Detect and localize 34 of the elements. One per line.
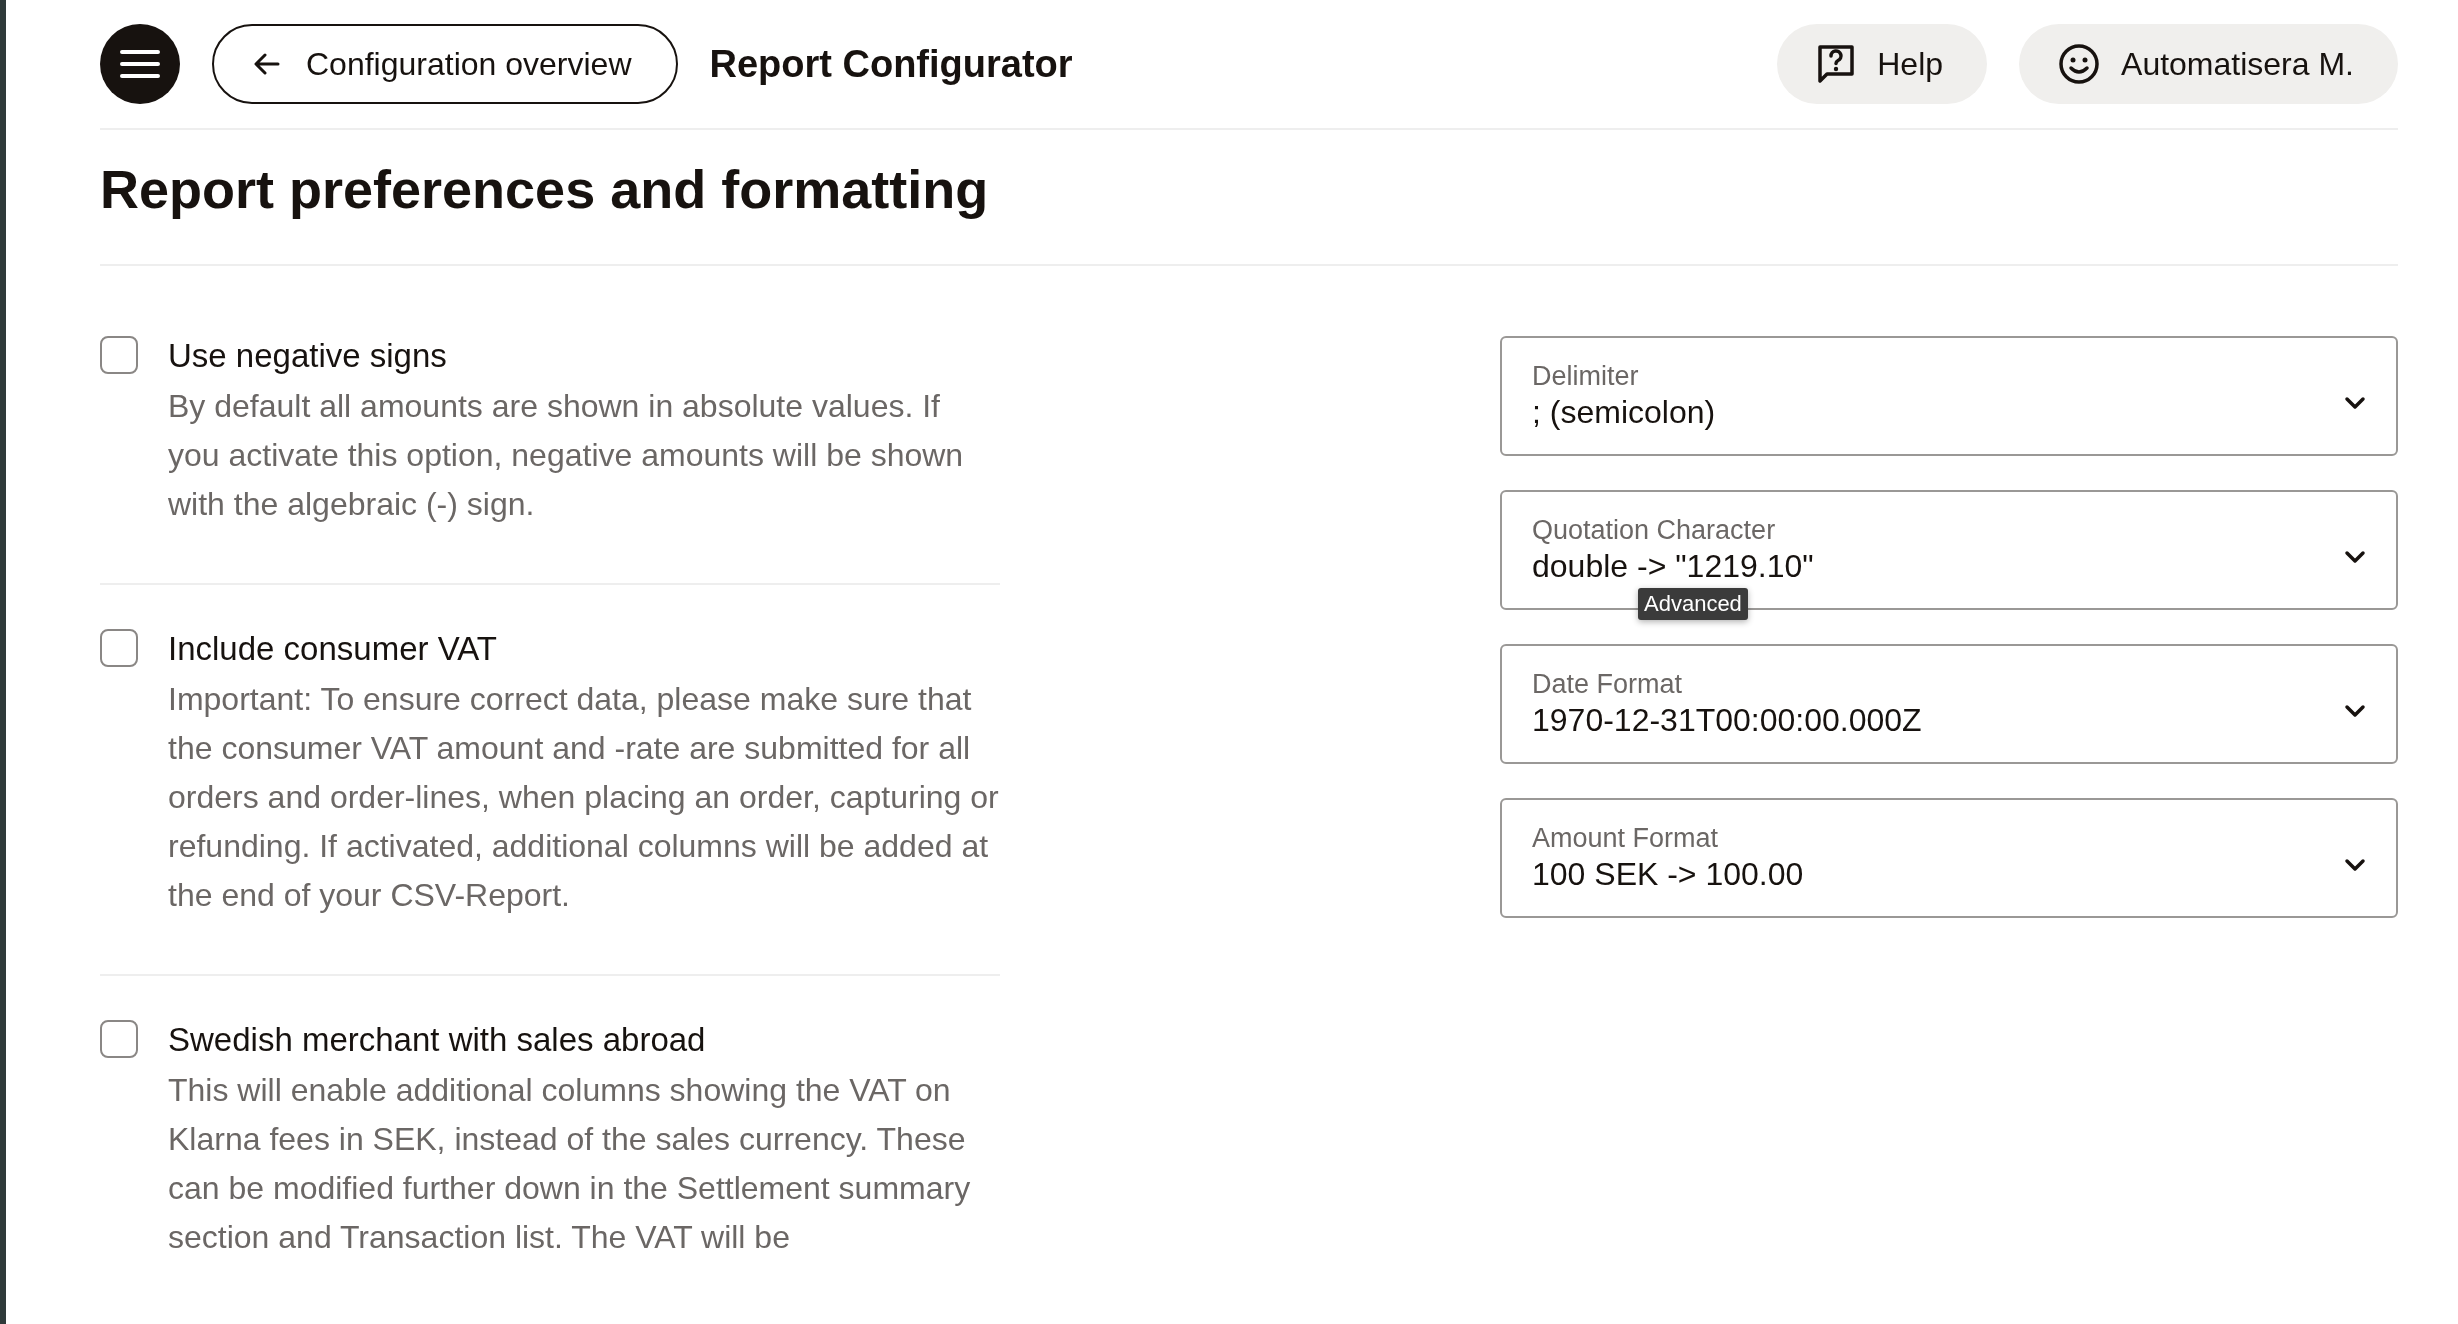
select-value: ; (semicolon) [1532,393,1716,432]
chevron-down-icon [2344,550,2366,564]
app-title: Report Configurator [709,42,1074,86]
help-icon [1817,44,1856,84]
option-description: This will enable additional columns showing the VAT on Klarna fees in SEK, instead of the sales currency. These can be modified further down in the Settlement summary section and Transaction list. The VAT will be [168,1071,972,1257]
select-field[interactable]: Delimiter ; (semicolon) [1500,336,2398,456]
smiley-icon [2059,44,2100,84]
back-button[interactable]: Configuration overview [212,24,678,104]
select-field[interactable]: Date Format 1970-12-31T00:00:00.000Z [1500,644,2398,764]
chevron-down-icon [2344,704,2366,718]
menu-icon [120,49,160,79]
select-field[interactable]: Amount Format 100 SEK -> 100.00 [1500,798,2398,918]
option-label: Swedish merchant with sales abroad [168,1020,707,1060]
checkbox[interactable] [100,629,138,667]
select-label: Delimiter [1532,360,1640,392]
user-button[interactable]: Automatisera M. [2019,24,2398,104]
arrow-left-icon [254,53,280,75]
select-value: 1970-12-31T00:00:00.000Z [1532,701,1922,740]
select-label: Quotation Character [1532,514,1777,546]
checkbox[interactable] [100,1020,138,1058]
option-label: Use negative signs [168,336,448,376]
chevron-down-icon [2344,396,2366,410]
chevron-down-icon [2344,858,2366,872]
tooltip: Advanced [1638,588,1748,620]
option-description: By default all amounts are shown in absolute values. If you activate this option, negative amounts will be shown with the algebraic (-) sign. [168,387,965,524]
checkbox[interactable] [100,336,138,374]
select-value: 100 SEK -> 100.00 [1532,855,1804,894]
option-label: Include consumer VAT [168,629,498,669]
select-label: Amount Format [1532,822,1720,854]
select-label: Date Format [1532,668,1684,700]
option-description: Important: To ensure correct data, please make sure that the consumer VAT amount and -rate are submitted for all orders and order-lines, when placing an order, capturing or refunding. If activated, additional columns will be added at the end of your CSV-Report. [168,680,1000,915]
select-value: double -> "1219.10" [1532,547,1814,586]
help-button[interactable]: Help [1777,24,1988,104]
page-title: Report preferences and formatting [100,130,2398,266]
